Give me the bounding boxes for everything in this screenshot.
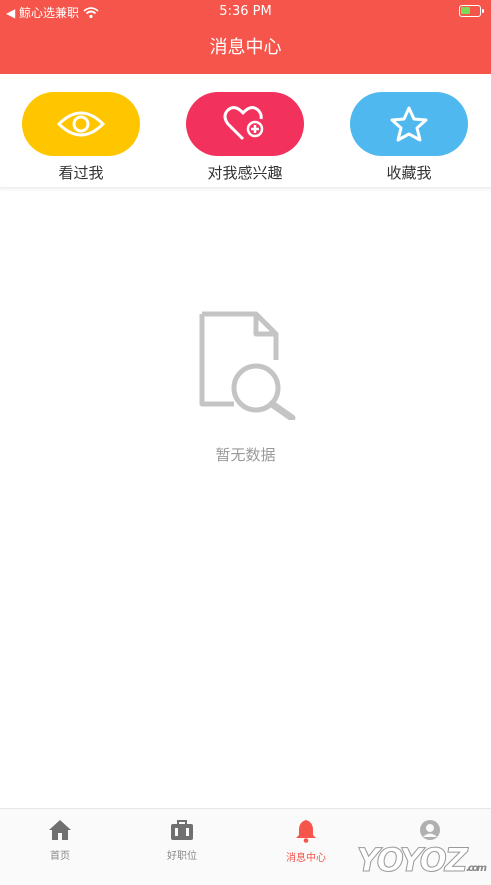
interested-button[interactable]	[186, 92, 304, 156]
tab-bar: 首页 好职位 消息中心 YOYOZ.com	[0, 808, 491, 885]
quick-action-favorited[interactable]: 收藏我	[350, 92, 468, 183]
favorited-button[interactable]	[350, 92, 468, 156]
empty-state: 暂无数据	[0, 310, 491, 465]
interested-label: 对我感兴趣	[207, 164, 283, 182]
tab-messages[interactable]: 消息中心	[266, 819, 346, 864]
star-icon	[390, 106, 428, 142]
tab-home-label: 首页	[50, 851, 70, 862]
profile-icon	[420, 820, 440, 840]
eye-icon	[56, 111, 106, 137]
page-title: 消息中心	[0, 24, 491, 74]
battery-fill	[461, 7, 470, 14]
viewed-me-button[interactable]	[22, 92, 140, 156]
quick-action-interested[interactable]: 对我感兴趣	[186, 92, 304, 183]
watermark-text: YOYOZ	[356, 841, 468, 880]
status-bar: ◀ 鲸心选兼职 5:36 PM	[0, 0, 491, 24]
empty-state-text: 暂无数据	[215, 446, 276, 464]
battery-icon	[459, 5, 484, 17]
heart-plus-icon	[223, 106, 264, 141]
quick-actions: 看过我 对我感兴趣 收藏我	[0, 74, 491, 188]
bell-icon	[296, 820, 316, 843]
status-time: 5:36 PM	[219, 4, 272, 19]
viewed-me-label: 看过我	[58, 164, 104, 182]
tab-jobs-label: 好职位	[167, 851, 197, 862]
quick-action-viewed-me[interactable]: 看过我	[22, 92, 140, 183]
tab-messages-label: 消息中心	[286, 853, 326, 864]
favorited-label: 收藏我	[386, 164, 432, 182]
watermark-suffix: .com	[465, 863, 487, 874]
briefcase-icon	[171, 820, 193, 840]
watermark-logo: YOYOZ.com	[356, 841, 487, 880]
tab-jobs[interactable]: 好职位	[142, 819, 222, 862]
tab-home[interactable]: 首页	[20, 819, 100, 862]
document-search-icon	[199, 311, 295, 420]
home-icon	[49, 820, 71, 840]
